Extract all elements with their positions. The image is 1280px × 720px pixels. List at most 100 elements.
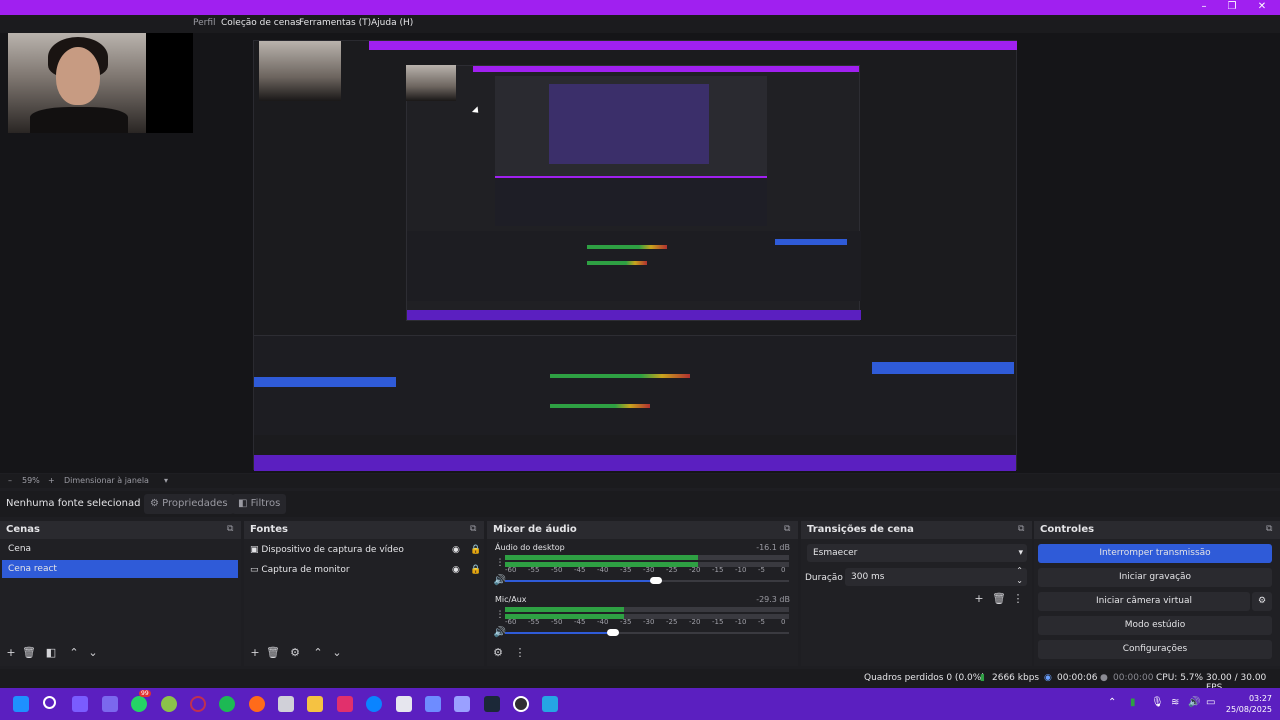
chevron-down-icon: ▾ — [1018, 548, 1023, 558]
zoom-mode[interactable]: Dimensionar à janela — [64, 476, 149, 485]
trash-icon[interactable]: 🗑 — [992, 593, 1006, 605]
volume-slider[interactable] — [505, 580, 656, 582]
gear-icon[interactable]: ⚙ — [288, 647, 302, 659]
eye-icon[interactable]: ◉ — [452, 541, 460, 559]
nested-taskbar — [254, 455, 1016, 471]
menu-scene-collection[interactable]: Coleção de cenas — [221, 18, 300, 28]
start-virtual-camera-button[interactable]: Iniciar câmera virtual — [1038, 592, 1250, 611]
edge-icon[interactable] — [366, 696, 382, 712]
stepper-icon[interactable]: ⌃ ⌄ — [1016, 566, 1023, 586]
close-button[interactable]: ✕ — [1254, 1, 1270, 13]
properties-button[interactable]: ⚙ Propriedades — [144, 494, 234, 514]
add-icon[interactable]: + — [248, 647, 262, 659]
tray-app-icon[interactable]: ▮ — [1130, 697, 1136, 708]
duration-label: Duração — [805, 573, 843, 583]
add-icon[interactable]: + — [4, 647, 18, 659]
filter-icon[interactable]: ◧ — [44, 647, 58, 659]
trash-icon[interactable]: 🗑 — [22, 647, 36, 659]
popout-icon[interactable]: ⧉ — [1266, 524, 1276, 534]
virtual-camera-settings-button[interactable]: ⚙ — [1252, 592, 1272, 611]
app-icon[interactable] — [161, 696, 177, 712]
up-icon[interactable]: ⌃ — [67, 647, 81, 659]
menu-icon[interactable]: ⋮ — [1011, 593, 1025, 605]
volume-knob[interactable] — [650, 577, 662, 584]
scenes-dock: Cenas ⧉ Cena Cena react + 🗑 ◧ ⌃ ⌄ — [0, 521, 241, 666]
meter-fill — [505, 555, 699, 560]
folder-icon[interactable] — [307, 696, 323, 712]
stop-stream-button[interactable]: Interromper transmissão — [1038, 544, 1272, 563]
volume-knob[interactable] — [607, 629, 619, 636]
down-icon[interactable]: ⌄ — [86, 647, 100, 659]
firefox-icon[interactable] — [249, 696, 265, 712]
app-icon[interactable] — [425, 696, 441, 712]
preview-canvas[interactable] — [0, 33, 1280, 473]
transition-value: Esmaecer — [813, 548, 858, 558]
mixer-menu-icon[interactable]: ⋮ — [513, 647, 527, 659]
scale-tick: -45 — [574, 618, 586, 626]
eye-icon[interactable]: ◉ — [452, 561, 460, 579]
source-item-monitor-capture[interactable]: ▭ Captura de monitor ◉ 🔒 — [250, 561, 486, 579]
scale-tick: -20 — [689, 566, 701, 574]
down-icon[interactable]: ⌄ — [330, 647, 344, 659]
maximize-button[interactable]: ❐ — [1224, 1, 1240, 13]
epic-games-icon[interactable] — [396, 696, 412, 712]
menu-help[interactable]: Ajuda (H) — [371, 18, 413, 28]
start-recording-button[interactable]: Iniciar gravação — [1038, 568, 1272, 587]
minimize-button[interactable]: – — [1196, 1, 1212, 13]
settings-button[interactable]: Configurações — [1038, 640, 1272, 659]
obs-icon[interactable] — [513, 696, 529, 712]
opera-icon[interactable] — [190, 696, 206, 712]
advanced-audio-icon[interactable]: ⚙ — [491, 647, 505, 659]
lock-icon[interactable]: 🔒 — [470, 541, 481, 559]
gamepad-icon[interactable] — [102, 696, 118, 712]
scene-item-cena-react[interactable]: Cena react — [2, 560, 238, 578]
scale-tick: -5 — [758, 618, 765, 626]
search-icon[interactable] — [43, 696, 56, 709]
cpu-usage: CPU: 5.7% — [1156, 673, 1204, 683]
lock-icon[interactable]: 🔒 — [470, 561, 481, 579]
nested-webcam — [259, 41, 341, 101]
battery-icon[interactable]: ▭ — [1206, 697, 1215, 708]
studio-mode-button[interactable]: Modo estúdio — [1038, 616, 1272, 635]
zoom-dropdown-icon[interactable]: ▾ — [164, 476, 168, 485]
scale-tick: -30 — [643, 618, 655, 626]
notepad-icon[interactable] — [278, 696, 294, 712]
zoom-plus-icon[interactable]: + — [48, 476, 55, 485]
popout-icon[interactable]: ⧉ — [784, 524, 794, 534]
mic-icon[interactable]: 🎙 — [1151, 697, 1164, 708]
popout-icon[interactable]: ⧉ — [470, 524, 480, 534]
source-item-video-capture[interactable]: ▣ Dispositivo de captura de vídeo ◉ 🔒 — [250, 541, 486, 559]
controls-title: Controles — [1040, 524, 1095, 535]
transitions-dock: Transições de cena ⧉ Esmaecer ▾ Duração 3… — [801, 521, 1032, 666]
stream-icon: ◉ — [1044, 673, 1052, 683]
app-icon[interactable] — [542, 696, 558, 712]
steam-icon[interactable] — [484, 696, 500, 712]
chevron-up-icon[interactable]: ⌃ — [1108, 697, 1116, 708]
up-icon[interactable]: ⌃ — [311, 647, 325, 659]
volume-icon[interactable]: 🔊 — [1188, 697, 1200, 708]
record-time: 00:00:00 — [1113, 673, 1154, 683]
instagram-icon[interactable] — [337, 696, 353, 712]
scale-tick: -40 — [597, 566, 609, 574]
menu-profile[interactable]: Perfil — [193, 18, 216, 28]
gear-icon: ⚙ — [150, 498, 163, 509]
windows-start-icon[interactable] — [13, 696, 29, 712]
trash-icon[interactable]: 🗑 — [266, 647, 280, 659]
whatsapp-icon[interactable]: 99 — [131, 690, 151, 712]
popout-icon[interactable]: ⧉ — [1018, 524, 1028, 534]
scene-item-cena[interactable]: Cena — [2, 540, 238, 558]
menu-tools[interactable]: Ferramentas (T) — [299, 18, 371, 28]
popout-icon[interactable]: ⧉ — [227, 524, 237, 534]
transition-select[interactable]: Esmaecer ▾ — [807, 544, 1027, 562]
filters-label: Filtros — [250, 498, 281, 509]
add-icon[interactable]: + — [972, 593, 986, 605]
clock[interactable]: 03:27 25/08/2025 — [1226, 693, 1272, 715]
app-icon[interactable] — [454, 696, 470, 712]
spotify-icon[interactable] — [219, 696, 235, 712]
wifi-icon[interactable]: ≋ — [1171, 697, 1179, 708]
zoom-minus-icon[interactable]: – — [8, 476, 12, 485]
duration-input[interactable]: 300 ms ⌃ ⌄ — [845, 566, 1027, 586]
volume-slider[interactable] — [505, 632, 613, 634]
filters-button[interactable]: ◧ Filtros — [232, 494, 287, 514]
copilot-icon[interactable] — [72, 696, 88, 712]
